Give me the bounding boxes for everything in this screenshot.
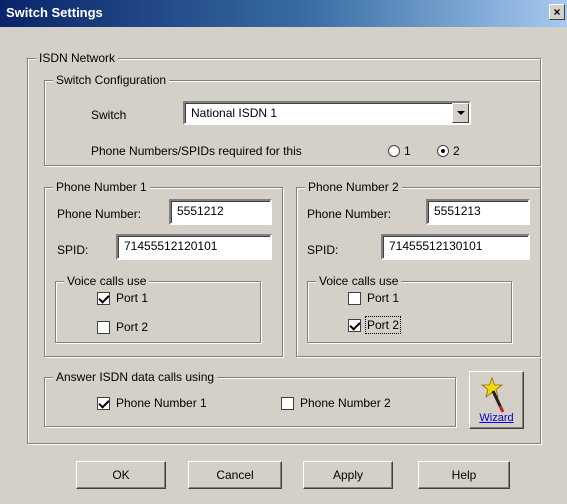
answer-phone-1-checkbox[interactable]: Phone Number 1 bbox=[97, 396, 207, 410]
apply-button[interactable]: Apply bbox=[303, 461, 393, 489]
phone-2-spid-input[interactable]: 71455512130101 bbox=[381, 234, 530, 260]
switch-select-value: National ISDN 1 bbox=[191, 106, 278, 120]
phone-1-number-input[interactable]: 5551212 bbox=[169, 199, 272, 225]
checkbox-box[interactable] bbox=[97, 396, 110, 410]
help-button[interactable]: Help bbox=[418, 461, 510, 489]
checkbox-box[interactable] bbox=[348, 318, 361, 332]
chevron-down-icon[interactable] bbox=[452, 103, 469, 123]
checkbox-box[interactable] bbox=[348, 291, 361, 305]
title-bar[interactable]: Switch Settings × bbox=[0, 0, 567, 27]
window-title: Switch Settings bbox=[6, 5, 103, 20]
phone-1-number-value: 5551212 bbox=[177, 204, 224, 218]
switch-settings-dialog: Switch Settings × ISDN Network Switch Co… bbox=[0, 0, 567, 504]
radio-1-label: 1 bbox=[404, 144, 411, 158]
checkbox-box[interactable] bbox=[97, 291, 110, 305]
phone-1-spid-value: 71455512120101 bbox=[124, 239, 218, 253]
numbers-radio-2[interactable]: 2 bbox=[437, 144, 460, 158]
phone-1-voice-group: Voice calls use bbox=[55, 274, 261, 343]
phone-2-spid-label: SPID: bbox=[307, 243, 339, 257]
checkbox-box[interactable] bbox=[281, 396, 294, 410]
phone-number-1-legend: Phone Number 1 bbox=[53, 180, 150, 194]
switch-select[interactable]: National ISDN 1 bbox=[183, 101, 471, 125]
numbers-radio-1[interactable]: 1 bbox=[388, 144, 411, 158]
phone-2-voice-group: Voice calls use bbox=[307, 274, 512, 343]
phone-1-spid-input[interactable]: 71455512120101 bbox=[116, 234, 272, 260]
switch-configuration-legend: Switch Configuration bbox=[53, 73, 170, 87]
close-button[interactable]: × bbox=[549, 4, 565, 20]
phone-2-voice-legend: Voice calls use bbox=[316, 274, 402, 288]
phone-1-port-1-checkbox[interactable]: Port 1 bbox=[97, 291, 148, 305]
phone-2-port-1-checkbox[interactable]: Port 1 bbox=[348, 291, 399, 305]
phone-2-spid-value: 71455512130101 bbox=[389, 239, 483, 253]
cancel-button[interactable]: Cancel bbox=[188, 461, 282, 489]
checkbox-label: Port 2 bbox=[364, 316, 402, 334]
wizard-label: Wizard bbox=[479, 412, 514, 424]
checkbox-label: Port 2 bbox=[116, 320, 149, 334]
phone-number-2-legend: Phone Number 2 bbox=[305, 180, 402, 194]
phone-2-number-input[interactable]: 5551213 bbox=[426, 199, 530, 225]
switch-label: Switch bbox=[91, 108, 127, 122]
checkbox-label: Phone Number 1 bbox=[116, 396, 207, 410]
phone-2-number-label: Phone Number: bbox=[307, 207, 392, 221]
checkbox-label: Port 1 bbox=[116, 291, 149, 305]
phone-1-spid-label: SPID: bbox=[57, 243, 89, 257]
checkbox-box[interactable] bbox=[97, 320, 110, 334]
phone-1-number-label: Phone Number: bbox=[57, 207, 142, 221]
phone-numbers-required-label: Phone Numbers/SPIDs required for this bbox=[91, 144, 302, 158]
radio-2-label: 2 bbox=[453, 144, 460, 158]
phone-2-port-2-checkbox[interactable]: Port 2 bbox=[348, 316, 402, 334]
answer-isdn-legend: Answer ISDN data calls using bbox=[53, 370, 218, 384]
wizard-wand-icon bbox=[480, 376, 505, 413]
phone-1-voice-legend: Voice calls use bbox=[64, 274, 150, 288]
radio-2-indicator[interactable] bbox=[437, 145, 449, 157]
phone-1-port-2-checkbox[interactable]: Port 2 bbox=[97, 320, 148, 334]
checkbox-label: Port 1 bbox=[367, 291, 400, 305]
isdn-network-legend: ISDN Network bbox=[36, 51, 119, 65]
radio-1-indicator[interactable] bbox=[388, 145, 400, 157]
wizard-button[interactable]: Wizard bbox=[469, 371, 524, 429]
checkbox-label: Phone Number 2 bbox=[300, 396, 391, 410]
answer-phone-2-checkbox[interactable]: Phone Number 2 bbox=[281, 396, 391, 410]
phone-2-number-value: 5551213 bbox=[434, 204, 481, 218]
ok-button[interactable]: OK bbox=[76, 461, 166, 489]
